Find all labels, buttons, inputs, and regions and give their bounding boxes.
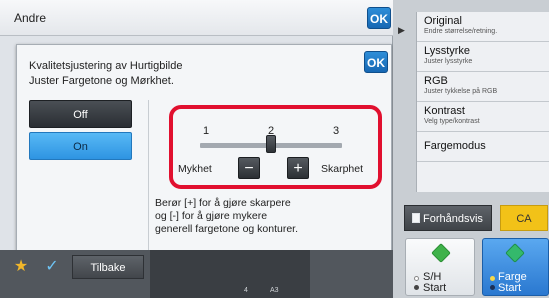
menu-item-title: RGB bbox=[424, 75, 448, 87]
quality-adjust-dialog: Kvalitetsjustering av Hurtigbilde Juster… bbox=[16, 44, 392, 266]
menu-item-subtitle: Juster lysstyrke bbox=[424, 58, 473, 65]
instruction-text: Berør [+] for å gjøre skarpere og [-] fo… bbox=[155, 197, 375, 236]
star-icon[interactable]: ★ bbox=[6, 257, 36, 277]
expand-arrow-icon[interactable]: ▶ bbox=[398, 25, 405, 36]
andre-ok-button[interactable]: OK bbox=[367, 7, 391, 29]
indicator-dot-icon bbox=[490, 285, 495, 290]
dialog-title-line1: Kvalitetsjustering av Hurtigbilde bbox=[29, 60, 183, 72]
back-button[interactable]: Tilbake bbox=[72, 255, 144, 279]
instruction-line1: Berør [+] for å gjøre skarpere bbox=[155, 197, 291, 209]
sharpness-adjust-box: 1 2 3 Mykhet − + Skarphet bbox=[169, 105, 382, 189]
divider bbox=[148, 100, 149, 250]
on-button[interactable]: On bbox=[29, 132, 132, 160]
menu-item-title: Original bbox=[424, 15, 462, 27]
menu-item-lysstyrke[interactable]: Lysstyrke Juster lysstyrke bbox=[417, 42, 549, 72]
paper-status-area bbox=[150, 250, 310, 298]
slider-tick-3: 3 bbox=[332, 125, 340, 137]
andre-title: Andre bbox=[14, 11, 47, 25]
menu-item-title: Fargemodus bbox=[424, 140, 486, 152]
slider-tick-1: 1 bbox=[202, 125, 210, 137]
clear-all-button[interactable]: CA bbox=[500, 205, 548, 231]
andre-header: Andre bbox=[0, 0, 393, 36]
preview-icon bbox=[412, 213, 420, 223]
indicator-dot-icon bbox=[490, 276, 495, 281]
settings-menu: Original Endre størrelse/retning. Lyssty… bbox=[416, 12, 549, 192]
check-icon[interactable]: ✓ bbox=[38, 255, 66, 279]
color-start-line2: Start bbox=[498, 282, 522, 294]
dialog-ok-button[interactable]: OK bbox=[364, 51, 388, 73]
instruction-line2: og [-] for å gjøre mykere bbox=[155, 210, 268, 222]
menu-item-kontrast[interactable]: Kontrast Velg type/kontrast bbox=[417, 102, 549, 132]
menu-item-subtitle: Endre størrelse/retning. bbox=[424, 28, 498, 35]
minus-button[interactable]: − bbox=[238, 157, 260, 179]
plus-button[interactable]: + bbox=[287, 157, 309, 179]
indicator-dot-icon bbox=[414, 285, 419, 290]
sharpness-slider-handle[interactable] bbox=[266, 135, 276, 153]
menu-item-original[interactable]: Original Endre størrelse/retning. bbox=[417, 12, 549, 42]
menu-item-subtitle: Velg type/kontrast bbox=[424, 118, 480, 125]
off-button[interactable]: Off bbox=[29, 100, 132, 128]
bw-start-line2: Start bbox=[423, 282, 447, 294]
dialog-title-line2: Juster Fargetone og Mørkhet. bbox=[29, 75, 174, 87]
paper-count: 4 bbox=[244, 287, 248, 294]
softness-label: Mykhet bbox=[178, 163, 212, 175]
menu-item-title: Lysstyrke bbox=[424, 45, 471, 57]
menu-item-title: Kontrast bbox=[424, 105, 465, 117]
instruction-line3: generell fargetone og konturer. bbox=[155, 223, 299, 235]
dialog-title: Kvalitetsjustering av Hurtigbilde Juster… bbox=[29, 59, 182, 89]
menu-item-fargemodus[interactable]: Fargemodus bbox=[417, 132, 549, 162]
menu-item-subtitle: Juster tykkelse på RGB bbox=[424, 88, 498, 95]
menu-item-rgb[interactable]: RGB Juster tykkelse på RGB bbox=[417, 72, 549, 102]
sharpness-label: Skarphet bbox=[321, 163, 364, 175]
paper-size: A3 bbox=[270, 287, 279, 294]
indicator-dot-icon bbox=[414, 276, 419, 281]
